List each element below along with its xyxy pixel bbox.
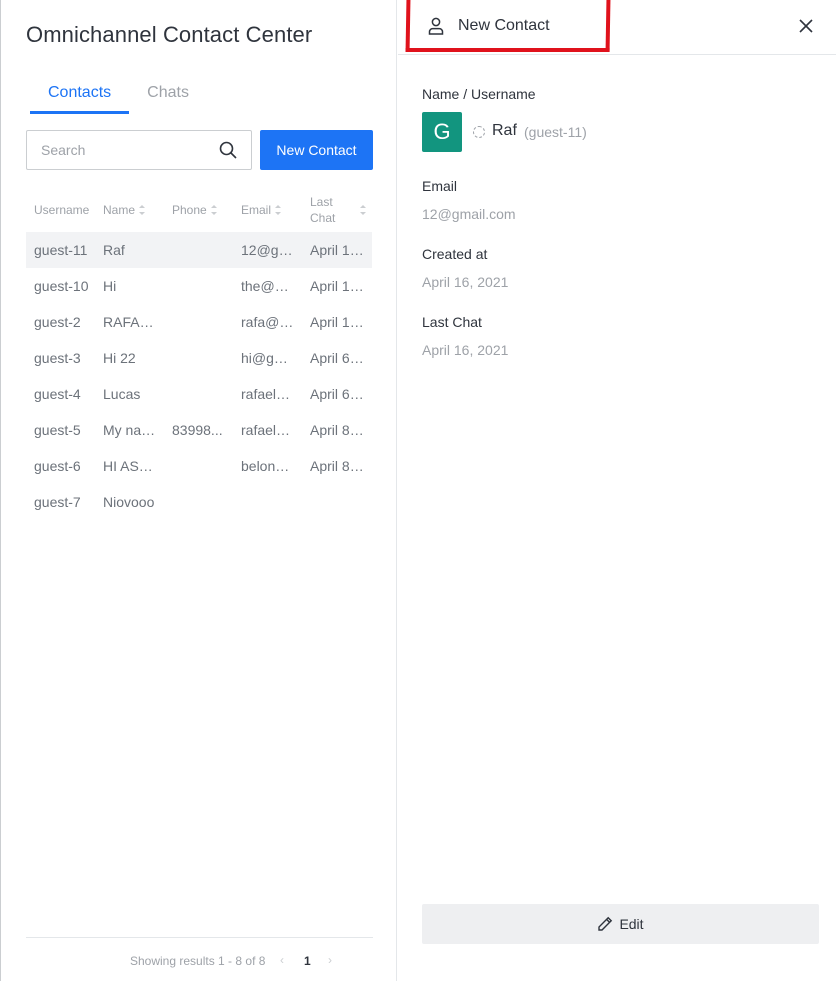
search-input[interactable] bbox=[27, 131, 207, 169]
table-cell-username: guest-3 bbox=[34, 350, 81, 366]
table-header: Username Name Phone Email Last Chat bbox=[26, 188, 372, 232]
table-cell-email: 12@gmail.com bbox=[241, 242, 302, 258]
table-cell-email: belongs@gmail.com bbox=[241, 458, 302, 474]
chevron-right-icon[interactable]: › bbox=[328, 953, 332, 967]
avatar: G bbox=[422, 112, 462, 152]
contact-name: Raf bbox=[492, 122, 517, 139]
edit-button-label: Edit bbox=[619, 916, 644, 932]
table-cell-username: guest-4 bbox=[34, 386, 81, 402]
close-icon[interactable] bbox=[798, 18, 814, 34]
sort-icon bbox=[139, 205, 146, 215]
tab-contacts[interactable]: Contacts bbox=[30, 78, 130, 114]
column-header-username[interactable]: Username bbox=[26, 202, 95, 218]
table-cell-email: hi@gmail.com bbox=[241, 350, 302, 366]
search-box bbox=[26, 130, 252, 170]
table-row[interactable]: guest-10 Hi the@gmail.com April 13, 2021 bbox=[26, 268, 372, 304]
contacts-pane: Omnichannel Contact Center Contacts Chat… bbox=[0, 0, 397, 981]
table-cell-username: guest-11 bbox=[34, 242, 88, 258]
table-row[interactable]: guest-2 RAFAAAA rafa@gmail.com April 14, 20… bbox=[26, 304, 372, 340]
table-cell-username: guest-7 bbox=[34, 494, 81, 510]
table-row[interactable]: guest-7 Niovooo bbox=[26, 484, 372, 520]
divider bbox=[26, 937, 373, 938]
last-chat-label: Last Chat bbox=[422, 314, 482, 330]
email-value: 12@gmail.com bbox=[422, 206, 516, 222]
contacts-table: Username Name Phone Email Last Chat gues… bbox=[26, 188, 372, 520]
created-at-value: April 16, 2021 bbox=[422, 274, 509, 290]
created-at-label: Created at bbox=[422, 246, 488, 262]
table-cell-last-chat: April 6, 2021 bbox=[310, 386, 372, 402]
chevron-left-icon[interactable]: ‹ bbox=[280, 953, 284, 967]
panel-header: New Contact bbox=[398, 0, 836, 55]
column-header-email[interactable]: Email bbox=[233, 202, 302, 218]
table-cell-name: Niovooo bbox=[103, 494, 155, 510]
table-cell-email: rafaelbooking@gmail.com bbox=[241, 422, 302, 438]
pagination: Showing results 1 - 8 of 8 ‹ 1 › bbox=[26, 952, 373, 970]
table-cell-email: rafaelbooking@gmail.com bbox=[241, 386, 302, 402]
table-cell-email: the@gmail.com bbox=[241, 278, 302, 294]
user-icon bbox=[428, 17, 444, 35]
table-cell-username: guest-10 bbox=[34, 278, 89, 294]
tab-chats[interactable]: Chats bbox=[129, 78, 207, 114]
table-row[interactable]: guest-5 My name 83998... rafaelbooking@gmai… bbox=[26, 412, 372, 448]
search-icon[interactable] bbox=[219, 141, 237, 159]
page-number[interactable]: 1 bbox=[304, 954, 311, 968]
page-title: Omnichannel Contact Center bbox=[26, 22, 313, 47]
table-body: guest-11Raf12@gmail.comApril 16, 2021gue… bbox=[26, 232, 372, 520]
table-cell-name: Lucas bbox=[103, 386, 141, 402]
table-cell-last-chat: April 14, 2021 bbox=[310, 314, 372, 330]
table-row[interactable]: guest-3 Hi 22 hi@gmail.com April 6, 2021 bbox=[26, 340, 372, 376]
table-cell-name: Hi bbox=[103, 278, 117, 294]
table-cell-last-chat: April 8, 2021 bbox=[310, 422, 372, 438]
contact-info-panel: New Contact Name / Username G Raf (guest… bbox=[398, 0, 836, 981]
table-cell-name: Raf bbox=[103, 242, 125, 258]
column-header-name[interactable]: Name bbox=[95, 202, 164, 218]
edit-button[interactable]: Edit bbox=[422, 904, 819, 944]
table-row[interactable]: guest-6 HI ASdasd belongs@gmail.com April 8… bbox=[26, 448, 372, 484]
new-contact-button[interactable]: New Contact bbox=[260, 130, 373, 170]
sort-icon bbox=[360, 205, 366, 215]
panel-title: New Contact bbox=[458, 17, 550, 34]
table-row[interactable]: guest-4 Lucas rafaelbooking@gmail.com April… bbox=[26, 376, 372, 412]
table-cell-last-chat: April 6, 2021 bbox=[310, 350, 372, 366]
table-cell-username: guest-5 bbox=[34, 422, 81, 438]
sort-icon bbox=[210, 205, 217, 215]
table-cell-username: guest-6 bbox=[34, 458, 81, 474]
column-header-phone[interactable]: Phone bbox=[164, 202, 233, 218]
table-cell-last-chat: April 16, 2021 bbox=[310, 242, 372, 258]
name-label: Name / Username bbox=[422, 86, 536, 102]
table-cell-username: guest-2 bbox=[34, 314, 81, 330]
pagination-info: Showing results 1 - 8 of 8 bbox=[130, 954, 266, 968]
contact-username: (guest-11) bbox=[524, 124, 587, 140]
status-icon bbox=[473, 126, 485, 138]
table-cell-name: Hi 22 bbox=[103, 350, 136, 366]
table-cell-last-chat: April 8, 2021 bbox=[310, 458, 372, 474]
table-cell-name: My name bbox=[103, 422, 161, 438]
pencil-icon bbox=[598, 916, 613, 931]
column-header-last-chat[interactable]: Last Chat bbox=[302, 194, 372, 226]
email-label: Email bbox=[422, 178, 458, 194]
table-cell-name: HI ASdasd bbox=[103, 458, 164, 474]
table-cell-name: RAFAAAA bbox=[103, 314, 164, 330]
table-row[interactable]: guest-11 Raf 12@gmail.com April 16, 2021 bbox=[26, 232, 372, 268]
last-chat-value: April 16, 2021 bbox=[422, 342, 509, 358]
tab-bar: Contacts Chats bbox=[30, 78, 207, 114]
table-cell-last-chat: April 13, 2021 bbox=[310, 278, 372, 294]
table-cell-email: rafa@gmail.com bbox=[241, 314, 302, 330]
app-root: Omnichannel Contact Center Contacts Chat… bbox=[0, 0, 836, 981]
sort-icon bbox=[275, 205, 282, 215]
table-cell-phone: 83998... bbox=[172, 422, 223, 438]
